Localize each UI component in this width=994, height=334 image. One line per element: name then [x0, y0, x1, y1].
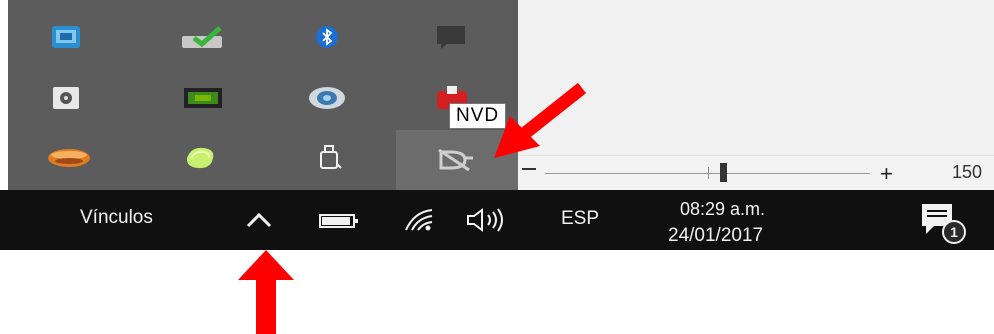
- usb-drive-icon[interactable]: [312, 143, 348, 173]
- hard-drive-icon[interactable]: [48, 83, 84, 113]
- annotation-arrow-diagonal: [494, 82, 587, 158]
- webcam-icon[interactable]: [304, 83, 350, 113]
- language-indicator[interactable]: ESP: [561, 208, 599, 230]
- annotation-arrow-up: [238, 250, 294, 334]
- zoom-in-button[interactable]: +: [880, 163, 893, 185]
- links-toolbar-label[interactable]: Vínculos: [80, 207, 153, 229]
- green-shape-icon[interactable]: [180, 143, 220, 173]
- taskbar: Vínculos ESP 08:29 a.m. 24/01/2017 1: [0, 190, 994, 250]
- zoom-out-button[interactable]: [522, 168, 536, 170]
- network-monitor-icon[interactable]: [48, 22, 84, 52]
- chat-bubble-icon[interactable]: [432, 22, 470, 52]
- tray-overflow-panel: [8, 0, 518, 190]
- clock-time: 08:29 a.m.: [680, 199, 766, 219]
- zoom-slider-tick: [708, 167, 709, 179]
- nvidia-icon[interactable]: [178, 83, 228, 113]
- orange-disc-icon[interactable]: [44, 143, 94, 173]
- wifi-icon[interactable]: [404, 206, 436, 234]
- action-center-button[interactable]: 1: [918, 202, 988, 246]
- bluetooth-icon[interactable]: [310, 22, 344, 52]
- battery-icon[interactable]: [318, 212, 362, 230]
- zoom-slider-thumb[interactable]: [720, 163, 727, 182]
- show-hidden-icons-button[interactable]: [244, 208, 274, 232]
- chevron-up-icon: [246, 212, 272, 228]
- notification-count-badge: 1: [942, 220, 966, 244]
- checkmark-drive-icon[interactable]: [178, 22, 226, 52]
- clock-date: 24/01/2017: [668, 225, 764, 246]
- volume-icon[interactable]: [464, 206, 514, 234]
- zoom-percent-label: 150: [952, 162, 983, 182]
